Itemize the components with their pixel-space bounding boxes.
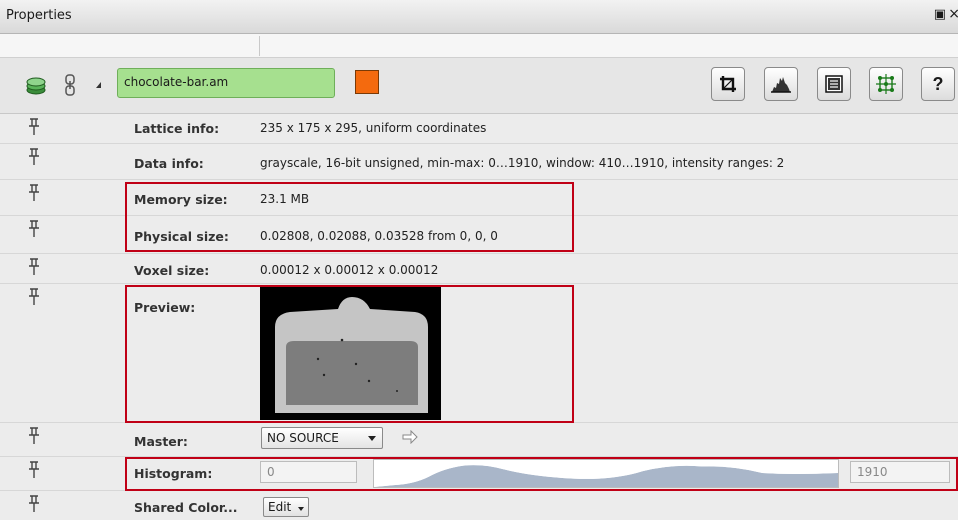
master-source-value: NO SOURCE	[267, 431, 339, 445]
histogram-button[interactable]	[764, 67, 798, 101]
histogram-icon	[771, 77, 791, 93]
memory-size-value: 23.1 MB	[260, 192, 310, 206]
list-icon	[825, 75, 843, 93]
collapse-triangle-icon[interactable]	[96, 82, 101, 88]
histogram-graph[interactable]	[373, 459, 839, 488]
pin-icon[interactable]	[28, 258, 40, 276]
crop-editor-button[interactable]	[711, 67, 745, 101]
preview-row: Preview:	[0, 284, 958, 423]
module-color-swatch[interactable]	[355, 70, 379, 94]
pin-icon[interactable]	[28, 427, 40, 445]
crop-icon	[720, 76, 736, 92]
physical-size-row: Physical size: 0.02808, 0.02088, 0.03528…	[0, 216, 958, 254]
histogram-max-field[interactable]: 1910	[850, 461, 950, 483]
chevron-down-icon	[298, 507, 304, 511]
transform-editor-button[interactable]	[869, 67, 903, 101]
close-icon[interactable]: ×	[948, 6, 958, 22]
pin-icon[interactable]	[28, 220, 40, 238]
histogram-label: Histogram:	[134, 466, 213, 481]
voxel-size-value: 0.00012 x 0.00012 x 0.00012	[260, 263, 439, 277]
panel-title-bar: Properties ▣ ×	[0, 0, 958, 34]
data-info-value: grayscale, 16-bit unsigned, min-max: 0…1…	[260, 156, 785, 170]
memory-size-row: Memory size: 23.1 MB	[0, 180, 958, 216]
column-header	[0, 34, 958, 58]
link-icon[interactable]	[64, 74, 76, 96]
help-icon: ?	[932, 73, 944, 94]
master-label: Master:	[134, 434, 188, 449]
chevron-down-icon	[368, 436, 376, 441]
pin-icon[interactable]	[28, 461, 40, 479]
column-separator[interactable]	[259, 36, 260, 56]
master-source-select[interactable]: NO SOURCE	[261, 427, 383, 449]
lattice-info-row: Lattice info: 235 x 175 x 295, uniform c…	[0, 114, 958, 144]
edit-button-label: Edit	[268, 500, 292, 514]
pin-icon[interactable]	[28, 148, 40, 166]
module-row: chocolate-bar.am ?	[0, 58, 958, 114]
shared-color-label: Shared Color...	[134, 500, 238, 515]
physical-size-value: 0.02808, 0.02088, 0.03528 from 0, 0, 0	[260, 229, 498, 243]
voxel-size-row: Voxel size: 0.00012 x 0.00012 x 0.00012	[0, 254, 958, 284]
lattice-info-label: Lattice info:	[134, 121, 220, 136]
data-info-label: Data info:	[134, 156, 204, 171]
pin-icon[interactable]	[28, 184, 40, 202]
memory-size-label: Memory size:	[134, 192, 228, 207]
transform-icon	[876, 74, 896, 94]
pin-icon[interactable]	[28, 118, 40, 136]
preview-label: Preview:	[134, 300, 196, 315]
voxel-size-label: Voxel size:	[134, 263, 210, 278]
arrow-right-icon[interactable]	[402, 430, 418, 444]
pin-icon[interactable]	[28, 288, 40, 306]
histogram-min-field[interactable]: 0	[260, 461, 357, 483]
module-name-field[interactable]: chocolate-bar.am	[117, 68, 335, 98]
data-info-row: Data info: grayscale, 16-bit unsigned, m…	[0, 144, 958, 180]
restore-icon[interactable]: ▣	[934, 7, 946, 22]
panel-title: Properties	[6, 8, 72, 23]
lattice-info-value: 235 x 175 x 295, uniform coordinates	[260, 121, 487, 135]
parameter-editor-button[interactable]	[817, 67, 851, 101]
master-row: Master:	[0, 423, 958, 457]
edit-shared-color-button[interactable]: Edit	[263, 497, 309, 517]
physical-size-label: Physical size:	[134, 229, 229, 244]
pin-icon[interactable]	[28, 495, 40, 513]
help-button[interactable]: ?	[921, 67, 955, 101]
layers-icon[interactable]	[25, 77, 47, 95]
shared-color-row: Shared Color...	[0, 491, 958, 520]
preview-image	[260, 287, 441, 420]
